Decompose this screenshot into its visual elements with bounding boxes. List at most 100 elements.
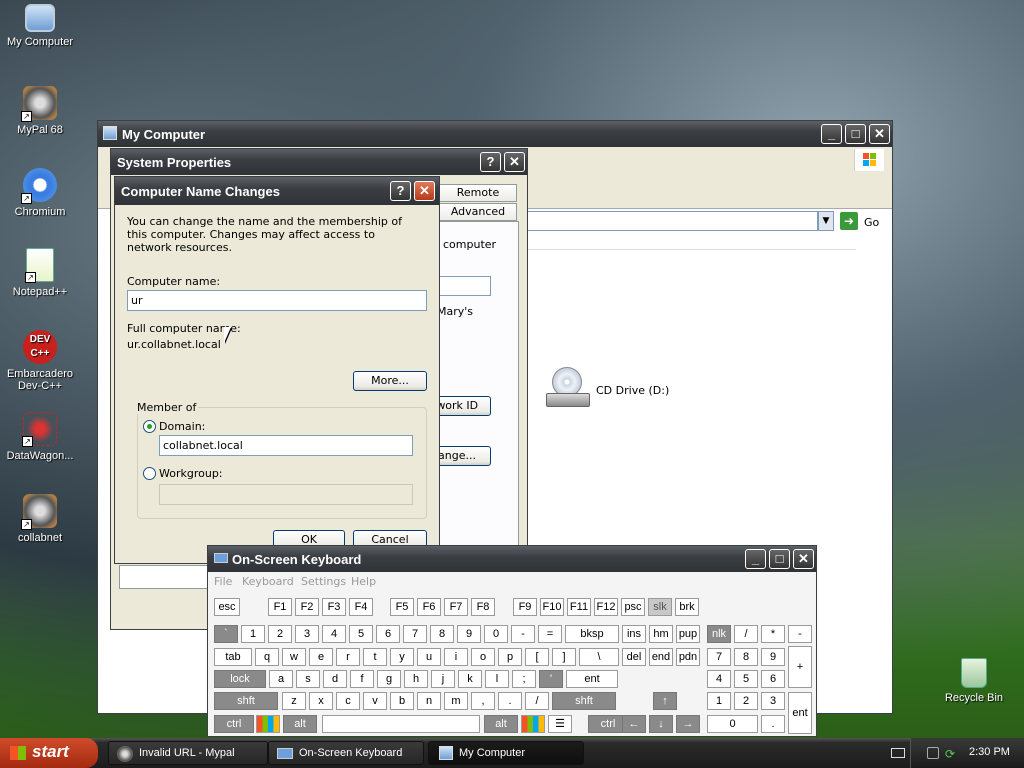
- minimize-button[interactable]: _: [821, 124, 842, 144]
- osk-key[interactable]: psc: [621, 598, 645, 616]
- desktop-icon-notepadpp[interactable]: ↗ Notepad++: [0, 248, 80, 298]
- cd-drive-icon[interactable]: [546, 367, 592, 413]
- osk-key[interactable]: e: [309, 648, 333, 666]
- osk-key[interactable]: tab: [214, 648, 252, 666]
- app-menu-key-icon[interactable]: ☰: [548, 715, 572, 733]
- desktop-icon-datawagon[interactable]: ↗ DataWagon...: [0, 412, 80, 462]
- osk-key[interactable]: i: [444, 648, 468, 666]
- osk-key[interactable]: z: [282, 692, 306, 710]
- desktop-icon-collabnet[interactable]: ↗ collabnet: [0, 494, 80, 544]
- desktop-icon-chromium[interactable]: ↗ Chromium: [0, 168, 80, 218]
- osk-key[interactable]: ins: [622, 625, 646, 643]
- close-button[interactable]: ✕: [504, 152, 525, 172]
- system-properties-titlebar[interactable]: System Properties ? ✕: [111, 149, 527, 175]
- osk-key[interactable]: c: [336, 692, 360, 710]
- osk-key[interactable]: 3: [295, 625, 319, 643]
- osk-key[interactable]: r: [336, 648, 360, 666]
- osk-key[interactable]: ': [539, 670, 563, 688]
- help-button[interactable]: ?: [390, 181, 411, 201]
- start-button[interactable]: start: [0, 738, 98, 768]
- clock[interactable]: 2:30 PM: [969, 746, 1010, 758]
- osk-key[interactable]: o: [471, 648, 495, 666]
- osk-key[interactable]: F11: [567, 598, 591, 616]
- osk-key[interactable]: 7: [403, 625, 427, 643]
- osk-key[interactable]: /: [525, 692, 549, 710]
- osk-key[interactable]: alt: [283, 715, 317, 733]
- osk-key[interactable]: h: [404, 670, 428, 688]
- osk-key[interactable]: l: [485, 670, 509, 688]
- osk-key[interactable]: shft: [552, 692, 616, 710]
- go-arrow-icon[interactable]: ➜: [840, 212, 858, 230]
- osk-key[interactable]: x: [309, 692, 333, 710]
- osk-key[interactable]: F12: [594, 598, 618, 616]
- osk-key[interactable]: m: [444, 692, 468, 710]
- osk-key[interactable]: `: [214, 625, 238, 643]
- osk-key[interactable]: ↑: [653, 692, 677, 710]
- taskbar-item-mypal[interactable]: Invalid URL - Mypal: [108, 741, 268, 765]
- my-computer-titlebar[interactable]: My Computer _ □ ✕: [98, 121, 892, 147]
- osk-key[interactable]: =: [538, 625, 562, 643]
- osk-key[interactable]: F8: [471, 598, 495, 616]
- osk-key[interactable]: 9: [457, 625, 481, 643]
- osk-key[interactable]: 5: [349, 625, 373, 643]
- taskbar-item-my-computer[interactable]: My Computer: [428, 741, 584, 765]
- osk-key[interactable]: lock: [214, 670, 266, 688]
- osk-key[interactable]: ,: [471, 692, 495, 710]
- osk-key[interactable]: nlk: [707, 625, 731, 643]
- maximize-button[interactable]: □: [845, 124, 866, 144]
- osk-key[interactable]: 6: [761, 670, 785, 688]
- network-tray-icon[interactable]: [927, 747, 939, 759]
- computer-name-input[interactable]: ur: [127, 290, 427, 311]
- osk-key[interactable]: ↓: [649, 715, 673, 733]
- workgroup-radio[interactable]: [143, 467, 156, 480]
- osk-key[interactable]: ]: [552, 648, 576, 666]
- osk-key[interactable]: [: [525, 648, 549, 666]
- tab-remote[interactable]: Remote: [439, 184, 517, 202]
- osk-key[interactable]: 6: [376, 625, 400, 643]
- address-bar-input[interactable]: [526, 211, 818, 231]
- osk-key[interactable]: pup: [676, 625, 700, 643]
- osk-key[interactable]: n: [417, 692, 441, 710]
- desktop-icon-devcpp[interactable]: DEV C++ Embarcadero Dev-C++: [0, 330, 80, 392]
- osk-key[interactable]: b: [390, 692, 414, 710]
- osk-key[interactable]: /: [734, 625, 758, 643]
- osk-key[interactable]: 4: [322, 625, 346, 643]
- osk-key[interactable]: shft: [214, 692, 278, 710]
- osk-key[interactable]: g: [377, 670, 401, 688]
- osk-key[interactable]: F10: [540, 598, 564, 616]
- osk-key[interactable]: F2: [295, 598, 319, 616]
- osk-key[interactable]: .: [498, 692, 522, 710]
- osk-key[interactable]: +: [788, 646, 812, 688]
- desktop-icon-recycle-bin[interactable]: Recycle Bin: [934, 658, 1014, 704]
- osk-key[interactable]: slk: [648, 598, 672, 616]
- name-changes-titlebar[interactable]: Computer Name Changes ? ✕: [115, 177, 439, 205]
- osk-key[interactable]: 7: [707, 648, 731, 666]
- osk-key[interactable]: w: [282, 648, 306, 666]
- osk-key[interactable]: .: [761, 715, 785, 733]
- osk-key[interactable]: j: [431, 670, 455, 688]
- osk-key[interactable]: s: [296, 670, 320, 688]
- osk-key[interactable]: \: [579, 648, 619, 666]
- osk-key[interactable]: 9: [761, 648, 785, 666]
- osk-key[interactable]: -: [511, 625, 535, 643]
- osk-key[interactable]: F7: [444, 598, 468, 616]
- osk-key[interactable]: F3: [322, 598, 346, 616]
- osk-key[interactable]: 8: [734, 648, 758, 666]
- domain-input[interactable]: collabnet.local: [159, 435, 413, 456]
- osk-key[interactable]: d: [323, 670, 347, 688]
- osk-key[interactable]: F6: [417, 598, 441, 616]
- osk-key[interactable]: -: [788, 625, 812, 643]
- osk-key[interactable]: del: [622, 648, 646, 666]
- osk-key[interactable]: p: [498, 648, 522, 666]
- osk-key[interactable]: 0: [484, 625, 508, 643]
- osk-key[interactable]: pdn: [676, 648, 700, 666]
- osk-key[interactable]: bksp: [565, 625, 619, 643]
- osk-key[interactable]: hm: [649, 625, 673, 643]
- osk-key[interactable]: 2: [268, 625, 292, 643]
- cd-drive-label[interactable]: CD Drive (D:): [596, 384, 669, 397]
- osk-key[interactable]: 1: [707, 692, 731, 710]
- osk-key[interactable]: F9: [513, 598, 537, 616]
- osk-key[interactable]: k: [458, 670, 482, 688]
- osk-key[interactable]: 2: [734, 692, 758, 710]
- osk-key[interactable]: 8: [430, 625, 454, 643]
